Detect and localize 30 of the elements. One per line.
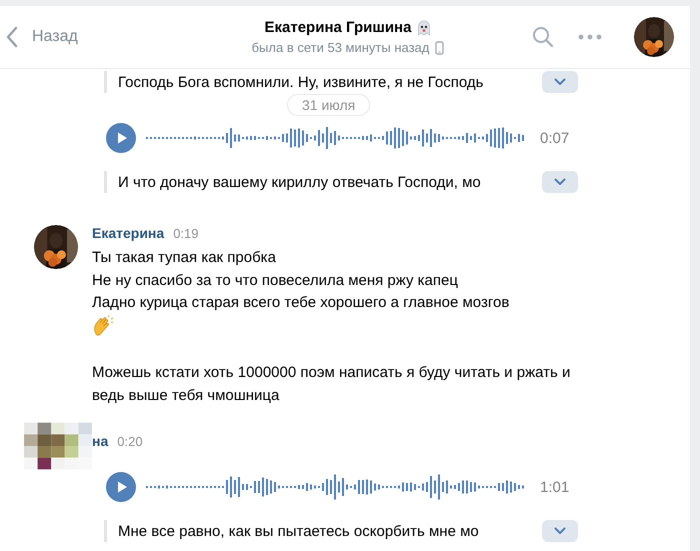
search-icon[interactable] [532, 26, 554, 48]
last-seen-status: была в сети 53 минуты назад [252, 40, 430, 55]
expand-button[interactable] [542, 71, 578, 93]
transcript-text: Господь Бога вспомнили. Ну, извините, я не Господь [118, 74, 484, 90]
back-icon [6, 26, 18, 48]
audio-duration: 1:01 [540, 478, 570, 496]
message-time: 0:19 [173, 226, 198, 241]
author-name[interactable]: Екатерина [92, 225, 164, 241]
chat-title: Екатерина Гришина [264, 19, 412, 36]
phone-icon [435, 40, 444, 54]
expand-button[interactable] [542, 520, 578, 542]
chevron-down-icon [554, 527, 566, 535]
message-text: Ты такая тупая как пробка [92, 248, 277, 268]
message-text: Не ну спасибо за то что повеселила меня ржу капец [92, 270, 459, 290]
play-button[interactable] [106, 123, 136, 153]
message-text: Можешь кстати хоть 1000000 поэм написать я буду читать и ржать и ведь выше тебя чмошница [92, 363, 572, 406]
transcript-text: Мне все равно, как вы пытаетесь оскорбить мне мо [118, 522, 480, 540]
author-name[interactable]: на [92, 433, 108, 449]
play-button[interactable] [106, 472, 136, 502]
clapping-hands-icon [92, 314, 114, 336]
chevron-down-icon [554, 78, 566, 86]
date-divider: 31 июля [287, 94, 370, 116]
chevron-down-icon [554, 178, 566, 186]
audio-duration: 0:07 [540, 130, 570, 146]
ghost-icon [417, 20, 432, 36]
message-text: Ладно курица старая всего тебе хорошего а главное мозгов [92, 293, 510, 313]
expand-button[interactable] [542, 171, 578, 193]
message-time: 0:20 [117, 434, 143, 449]
transcript-text: И что доначу вашему кириллу отвечать Господи, мо [118, 174, 482, 190]
more-icon[interactable] [578, 34, 602, 40]
